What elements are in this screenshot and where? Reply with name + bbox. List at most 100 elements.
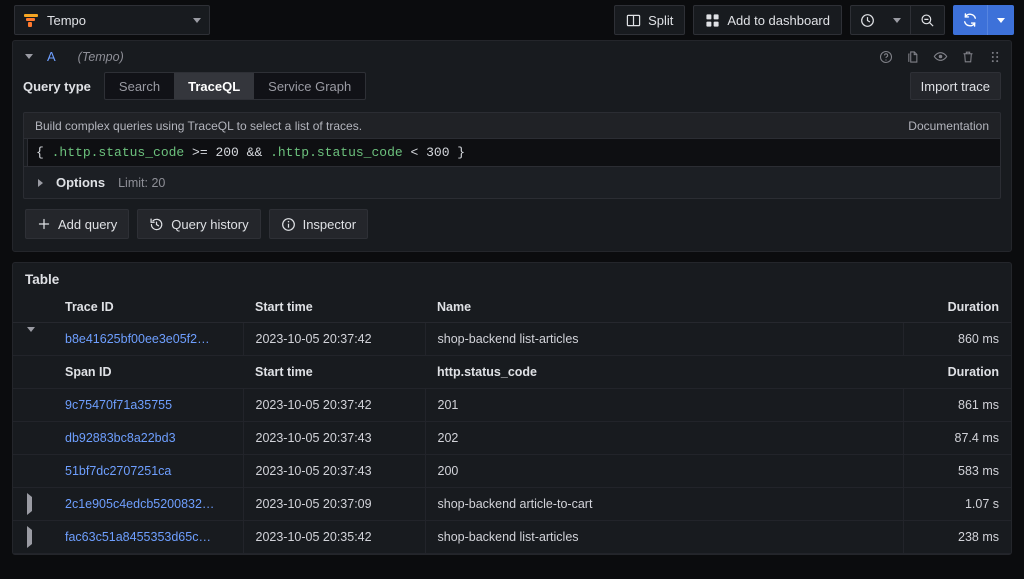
query-editor-body: Query type Search TraceQL Service Graph … (23, 72, 1001, 199)
expand-column-header (13, 293, 53, 323)
clock-icon (860, 13, 875, 28)
column-header-duration[interactable]: Duration (903, 293, 1011, 323)
span-id-link[interactable]: db92883bc8a22bd3 (53, 422, 243, 455)
add-to-dashboard-label: Add to dashboard (727, 13, 830, 28)
expand-trace-cell[interactable] (13, 488, 53, 521)
zoom-out-icon (920, 13, 935, 28)
query-row-actions (879, 49, 1002, 64)
span-row[interactable]: 51bf7dc2707251ca 2023-10-05 20:37:43 200… (13, 455, 1011, 488)
query-type-option-traceql[interactable]: TraceQL (174, 73, 254, 99)
trace-start-time: 2023-10-05 20:35:42 (243, 521, 425, 554)
add-query-label: Add query (58, 217, 117, 232)
time-range-controls (850, 5, 945, 35)
span-column-header-duration[interactable]: Duration (903, 356, 1011, 389)
inspector-label: Inspector (303, 217, 356, 232)
table-row[interactable]: 2c1e905c4edcb5200832… 2023-10-05 20:37:0… (13, 488, 1011, 521)
plus-icon (37, 217, 51, 231)
trace-id-link[interactable]: b8e41625bf00ee3e05f2… (53, 323, 243, 356)
documentation-link[interactable]: Documentation (908, 119, 989, 133)
span-start-time: 2023-10-05 20:37:43 (243, 455, 425, 488)
table-header-row: Trace ID Start time Name Duration (13, 293, 1011, 323)
inspector-button[interactable]: Inspector (269, 209, 368, 239)
code-token-plain: { (36, 145, 52, 160)
query-history-button[interactable]: Query history (137, 209, 260, 239)
query-type-option-service-graph[interactable]: Service Graph (254, 73, 365, 99)
options-section-toggle[interactable]: Options Limit: 20 (23, 167, 1001, 199)
trace-duration: 238 ms (903, 521, 1011, 554)
traceql-query-input[interactable]: { .http.status_code >= 200 && .http.stat… (23, 138, 1001, 167)
column-header-start-time[interactable]: Start time (243, 293, 425, 323)
trace-id-link[interactable]: fac63c51a8455353d65c… (53, 521, 243, 554)
span-row-indent (13, 389, 53, 422)
eye-icon[interactable] (933, 49, 948, 64)
column-header-name[interactable]: Name (425, 293, 903, 323)
query-row-header: A (Tempo) (13, 41, 1011, 72)
span-column-header-status-code[interactable]: http.status_code (425, 356, 903, 389)
info-circle-icon (281, 217, 296, 232)
add-query-button[interactable]: Add query (25, 209, 129, 239)
editor-gutter (24, 139, 28, 166)
split-button-label: Split (648, 13, 673, 28)
table-row[interactable]: b8e41625bf00ee3e05f2… 2023-10-05 20:37:4… (13, 323, 1011, 356)
collapse-query-icon[interactable] (25, 54, 33, 59)
query-type-label: Query type (23, 79, 91, 94)
expand-trace-cell[interactable] (13, 323, 53, 356)
table-panel: Table Trace ID Start time Name Duration … (12, 262, 1012, 555)
trace-duration: 1.07 s (903, 488, 1011, 521)
query-editor-panel: A (Tempo) (12, 40, 1012, 252)
time-picker-chevron[interactable] (884, 6, 910, 34)
traceql-hint-bar: Build complex queries using TraceQL to s… (23, 112, 1001, 138)
traces-table: Trace ID Start time Name Duration b8e416… (13, 293, 1011, 554)
datasource-name: Tempo (47, 13, 185, 28)
history-icon (149, 217, 164, 232)
span-id-link[interactable]: 9c75470f71a35755 (53, 389, 243, 422)
span-row[interactable]: db92883bc8a22bd3 2023-10-05 20:37:43 202… (13, 422, 1011, 455)
expand-trace-cell[interactable] (13, 521, 53, 554)
span-id-link[interactable]: 51bf7dc2707251ca (53, 455, 243, 488)
split-button[interactable]: Split (614, 5, 685, 35)
help-circle-icon[interactable] (879, 50, 893, 64)
query-actions-bar: Add query Query history Inspector (25, 209, 999, 239)
span-table-header-row: Span ID Start time http.status_code Dura… (13, 356, 1011, 389)
trace-duration: 860 ms (903, 323, 1011, 356)
datasource-picker[interactable]: Tempo (14, 5, 210, 35)
zoom-out-button[interactable] (911, 6, 944, 34)
span-column-header-span-id[interactable]: Span ID (53, 356, 243, 389)
span-duration: 87.4 ms (903, 422, 1011, 455)
chevron-right-icon (27, 526, 32, 548)
query-ref-id[interactable]: A (47, 49, 56, 64)
span-row-indent (13, 422, 53, 455)
refresh-controls (953, 5, 1014, 35)
add-to-dashboard-button[interactable]: Add to dashboard (693, 5, 842, 35)
refresh-button[interactable] (953, 5, 987, 35)
trace-id-link[interactable]: 2c1e905c4edcb5200832… (53, 488, 243, 521)
chevron-down-icon (997, 18, 1005, 23)
span-row[interactable]: 9c75470f71a35755 2023-10-05 20:37:42 201… (13, 389, 1011, 422)
query-type-row: Query type Search TraceQL Service Graph … (23, 72, 1001, 100)
span-column-header-start-time[interactable]: Start time (243, 356, 425, 389)
chevron-down-icon (193, 18, 201, 23)
options-label: Options (56, 175, 105, 190)
chevron-right-icon (27, 493, 32, 515)
dashboard-grid-icon (705, 13, 720, 28)
trash-icon[interactable] (961, 50, 975, 64)
table-row[interactable]: fac63c51a8455353d65c… 2023-10-05 20:35:4… (13, 521, 1011, 554)
import-trace-button[interactable]: Import trace (910, 72, 1001, 100)
trace-name: shop-backend list-articles (425, 323, 903, 356)
time-picker-button[interactable] (851, 6, 884, 34)
column-header-trace-id[interactable]: Trace ID (53, 293, 243, 323)
span-start-time: 2023-10-05 20:37:43 (243, 422, 425, 455)
duplicate-icon[interactable] (906, 50, 920, 64)
query-type-radio-group: Search TraceQL Service Graph (104, 72, 366, 100)
trace-name: shop-backend article-to-cart (425, 488, 903, 521)
span-duration: 583 ms (903, 455, 1011, 488)
traceql-query-code: { .http.status_code >= 200 && .http.stat… (36, 145, 465, 160)
trace-name: shop-backend list-articles (425, 521, 903, 554)
span-status-code: 201 (425, 389, 903, 422)
code-token-plain: < 300 } (403, 145, 465, 160)
refresh-interval-chevron[interactable] (988, 5, 1014, 35)
query-type-option-search[interactable]: Search (105, 73, 174, 99)
span-duration: 861 ms (903, 389, 1011, 422)
drag-handle-icon[interactable] (988, 50, 1002, 64)
split-panes-icon (626, 13, 641, 28)
